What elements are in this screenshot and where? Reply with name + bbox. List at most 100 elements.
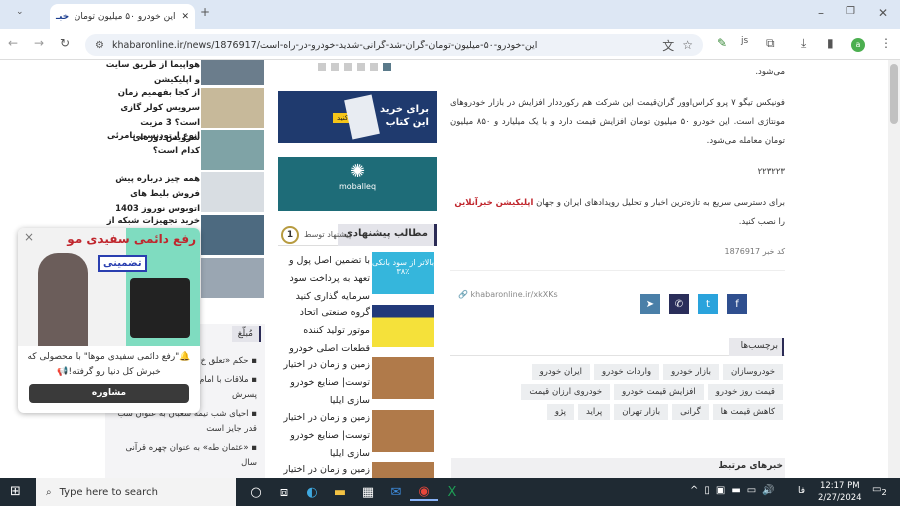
site-info-icon[interactable]: ⚙ [95, 40, 104, 51]
suggested-thumbnail[interactable] [372, 305, 434, 347]
file-explorer-icon[interactable]: ▬ [326, 485, 354, 500]
close-ad-icon[interactable]: × [24, 230, 34, 244]
news-thumbnail[interactable] [201, 258, 264, 298]
section-tab[interactable]: مُبلّغ [231, 326, 261, 342]
extension-icon[interactable]: ✎ [717, 36, 727, 50]
whatsapp-share-button[interactable]: ✆ [669, 294, 689, 314]
tab-close-icon[interactable]: ✕ [181, 12, 189, 22]
tag[interactable]: واردات خودرو [594, 364, 660, 380]
edge-icon[interactable]: ◐ [298, 485, 326, 500]
suggested-link[interactable]: زمین و زمان در اختیار توست| صنایع خودرو … [282, 356, 370, 410]
consult-button[interactable]: مشاوره [29, 384, 189, 403]
telegram-share-button[interactable]: ➤ [640, 294, 660, 314]
tab-bar: ⌄ خبـ این خودرو ۵۰ میلیون تومان گران ش ✕… [0, 0, 900, 29]
store-icon[interactable]: ▦ [354, 485, 382, 500]
provider-logo-icon: 1 [281, 226, 299, 244]
url-text[interactable]: khabaronline.ir/news/1876917/این-خودرو-۵… [112, 40, 654, 51]
news-thumbnail[interactable] [201, 60, 264, 85]
bookmark-star-icon[interactable]: ☆ [682, 38, 693, 52]
suggested-link[interactable]: گروه صنعتی اتحاد موتور تولید کننده قطعات… [282, 304, 370, 358]
app-promo-paragraph: برای دسترسی سریع به تازه‌ترین اخبار و تح… [454, 198, 785, 227]
tab-search-icon[interactable]: ⌄ [16, 7, 24, 17]
tag[interactable]: افزایش قیمت خودرو [614, 384, 704, 400]
browser-tab[interactable]: خبـ این خودرو ۵۰ میلیون تومان گران ش ✕ [50, 4, 195, 29]
list-item[interactable]: ▪ «عثمان طه» به عنوان چهره قرآنی سال [107, 441, 257, 471]
divider [450, 270, 785, 271]
restore-button[interactable]: ❐ [846, 6, 855, 17]
chrome-icon[interactable]: ◉ [410, 484, 438, 501]
tag[interactable]: بازار خودرو [663, 364, 719, 380]
sidepanel-icon[interactable]: ▮ [827, 36, 834, 50]
tag[interactable]: پژو [546, 404, 575, 420]
clock[interactable]: 12:17 PM 2/27/2024 [818, 480, 862, 504]
paragraph: فونیکس تیگو ۷ پرو کراس‌اوور گران‌قیمت ای… [450, 98, 785, 146]
news-link[interactable]: خرید تجهیزات شبکه از [105, 214, 200, 229]
notifications-icon[interactable]: ▭2 [872, 484, 887, 497]
cortana-icon[interactable]: ○ [242, 485, 270, 500]
tag[interactable]: خودروی ارزان قیمت [521, 384, 611, 400]
suggested-thumbnail[interactable] [372, 357, 434, 399]
excel-icon[interactable]: X [438, 485, 466, 500]
book-image [344, 94, 380, 140]
suggested-thumbnail[interactable] [372, 462, 434, 478]
download-icon[interactable]: ⤓ [801, 36, 806, 51]
tag[interactable]: ایران خودرو [531, 364, 590, 380]
person-image [38, 253, 88, 346]
news-link[interactable]: هواپیما از طریق سایت و اپلیکیشن [105, 60, 200, 88]
facebook-share-button[interactable]: f [727, 294, 747, 314]
tag[interactable]: بازار تهران [614, 404, 669, 420]
tag[interactable]: کاهش قیمت ها [712, 404, 783, 420]
system-tray-icons[interactable]: ^▯▣▬▭🔊 [690, 485, 781, 496]
tag[interactable]: قیمت روز خودرو [707, 384, 783, 400]
book-ad-banner[interactable]: برای خریداین کتاب کلیک کنید [278, 91, 437, 143]
profile-avatar[interactable]: a [851, 38, 865, 52]
news-code-label: کد خبر [762, 247, 785, 256]
news-link[interactable]: همه چیز درباره پیش فروش بلیط های اتوبوس … [105, 172, 200, 217]
carousel-dots[interactable] [318, 63, 391, 71]
news-thumbnail[interactable] [201, 215, 264, 255]
moballeq-ad[interactable]: ✺ moballeq [278, 157, 437, 211]
minimize-button[interactable]: – [818, 6, 824, 20]
app-link[interactable]: اپلیکیشن خبرآنلاین [454, 198, 533, 208]
tag[interactable]: پراید [578, 404, 611, 420]
paragraph: ۲۲۳۲۲۳ [757, 167, 785, 177]
short-link[interactable]: 🔗 khabaronline.ir/xkXKs [458, 290, 558, 299]
news-thumbnail[interactable] [201, 88, 264, 128]
suggested-link[interactable]: با تضمین اصل پول و تعهد به پرداخت سود سر… [282, 252, 370, 306]
extensions-icon[interactable]: ⧉ [766, 36, 775, 51]
windows-start-icon[interactable]: ⊞ [10, 484, 21, 499]
task-view-icon[interactable]: ⧈ [270, 485, 298, 500]
suggested-link[interactable]: زمین و زمان در اختیار [282, 461, 370, 478]
popup-ad[interactable]: رفع دائمی سفیدی مو تضمینی × 🔔"رفع دائمی … [18, 228, 200, 413]
tag[interactable]: خودروسازان [722, 364, 783, 380]
menu-icon[interactable]: ⋮ [880, 36, 892, 50]
mail-icon[interactable]: ✉ [382, 485, 410, 500]
scrollbar-thumb[interactable] [890, 64, 898, 124]
translate-icon[interactable]: 文 [662, 37, 674, 54]
news-link[interactable]: انوع ارتودنسی نامرئی کدام است؟ [105, 129, 200, 159]
suggested-thumbnail[interactable] [372, 410, 434, 452]
search-icon: ⌕ [46, 486, 52, 498]
product-image [130, 278, 190, 338]
news-thumbnail[interactable] [201, 172, 264, 212]
suggested-thumbnail[interactable]: بالاتر از سود بانکی ۳۸٪ [372, 252, 434, 294]
suggested-link[interactable]: زمین و زمان در اختیار توست| صنایع خودرو … [282, 409, 370, 463]
tags-title: برچسب‌ها [729, 338, 784, 356]
forward-icon[interactable]: → [34, 36, 44, 50]
link-icon: 🔗 [458, 290, 468, 299]
share-buttons: ➤ ✆ t f [640, 294, 747, 314]
language-indicator[interactable]: فا [798, 486, 805, 496]
js-extension-icon[interactable]: js [741, 36, 748, 46]
reload-icon[interactable]: ↻ [60, 36, 70, 50]
twitter-share-button[interactable]: t [698, 294, 718, 314]
new-tab-button[interactable]: + [200, 5, 210, 19]
article-body: می‌شود. فونیکس تیگو ۷ پرو کراس‌اوور گران… [450, 60, 785, 261]
taskbar-search[interactable]: ⌕ Type here to search [36, 478, 236, 506]
suggested-header: مطالب پیشنهادی پیشنهاد توسط 1 [278, 224, 437, 246]
paragraph: می‌شود. [755, 67, 785, 77]
news-thumbnail[interactable] [201, 130, 264, 170]
close-window-button[interactable]: ✕ [878, 6, 888, 20]
tag[interactable]: گرانی [672, 404, 709, 420]
address-bar[interactable]: ⚙ khabaronline.ir/news/1876917/این-خودرو… [85, 34, 703, 56]
back-icon[interactable]: ← [8, 36, 18, 50]
